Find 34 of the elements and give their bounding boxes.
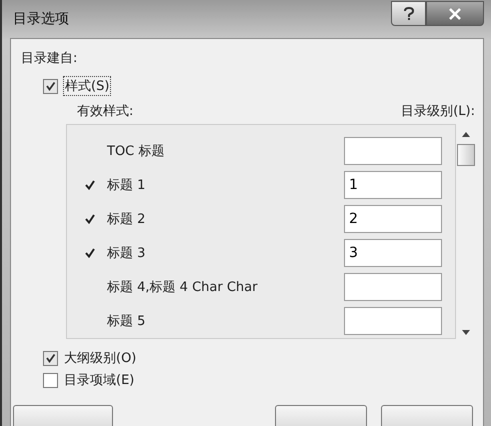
- style-name: 标题 1: [107, 177, 146, 194]
- check-icon: [85, 180, 95, 190]
- style-name: 标题 2: [107, 211, 146, 228]
- option-checkbox[interactable]: 目录项域(E): [43, 369, 483, 391]
- dialog-button[interactable]: [381, 405, 473, 426]
- check-icon: [85, 248, 95, 258]
- styles-checkbox[interactable]: 样式(S): [43, 75, 483, 97]
- column-header: 目录级别(L):: [401, 103, 475, 120]
- level-input-field[interactable]: 1: [344, 171, 442, 199]
- style-name: 标题 5: [107, 313, 146, 330]
- style-name: 标题 3: [107, 245, 146, 262]
- dialog-button[interactable]: [275, 405, 367, 426]
- close-button[interactable]: [426, 1, 484, 26]
- style-name: 标题 4,标题 4 Char Char: [107, 279, 258, 296]
- check-icon: [85, 214, 95, 224]
- scroll-thumb[interactable]: [457, 144, 475, 166]
- help-button[interactable]: [391, 1, 426, 26]
- scroll-up-icon[interactable]: [462, 132, 470, 137]
- option-checkbox[interactable]: 大纲级别(O): [43, 347, 483, 369]
- level-input-field[interactable]: [344, 137, 442, 165]
- dialog-button[interactable]: [13, 405, 113, 426]
- help-icon: [402, 6, 414, 20]
- level-input-field[interactable]: [344, 273, 442, 301]
- level-input-field[interactable]: 3: [344, 239, 442, 267]
- checkmark-icon: [45, 80, 56, 92]
- column-header: 有效样式:: [77, 103, 134, 120]
- style-name: TOC 标题: [107, 143, 166, 160]
- checkmark-icon: [45, 352, 56, 364]
- close-icon: [448, 8, 462, 20]
- window-title: 目录选项: [13, 10, 69, 28]
- scroll-down-icon[interactable]: [462, 330, 470, 335]
- level-input-field[interactable]: 2: [344, 205, 442, 233]
- build-from-label: 目录建自:: [21, 50, 78, 67]
- level-input-field[interactable]: [344, 307, 442, 335]
